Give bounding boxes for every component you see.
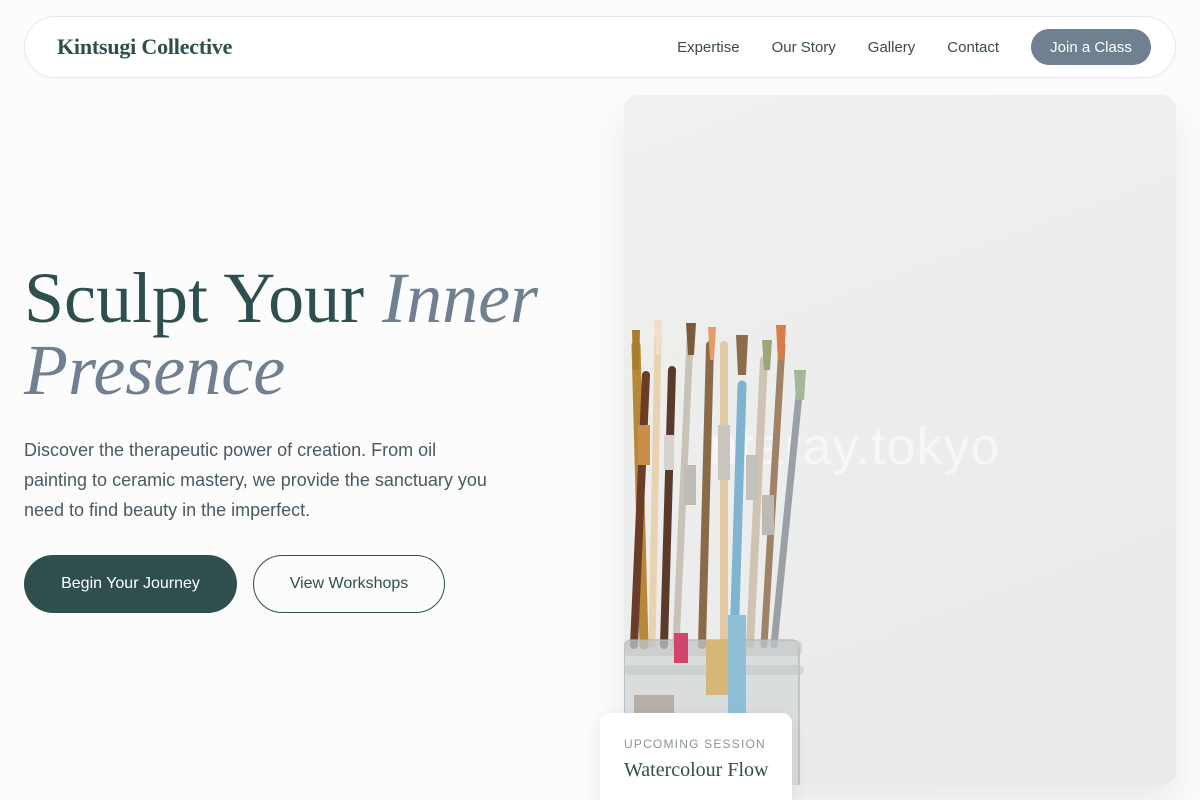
nav-link-gallery[interactable]: Gallery: [868, 39, 916, 56]
hero-title-emphasis-presence: Presence: [24, 330, 286, 410]
hero-image: ntaray.tokyo: [624, 95, 1176, 785]
nav-link-our-story[interactable]: Our Story: [772, 39, 836, 56]
hero-title-emphasis-inner: Inner: [382, 258, 539, 338]
upcoming-session-card[interactable]: Upcoming Session Watercolour Flow: [600, 713, 792, 800]
hero-title: Sculpt Your Inner Presence: [24, 262, 584, 406]
session-title: Watercolour Flow: [624, 759, 769, 781]
nav-links: Expertise Our Story Gallery Contact Join…: [677, 29, 1151, 65]
view-workshops-button[interactable]: View Workshops: [253, 555, 445, 613]
hero-title-plain: Sculpt Your: [24, 258, 383, 338]
join-class-button[interactable]: Join a Class: [1031, 29, 1151, 65]
hero-description: Discover the therapeutic power of creati…: [24, 440, 487, 520]
brand-logo[interactable]: Kintsugi Collective: [57, 34, 232, 60]
begin-journey-button[interactable]: Begin Your Journey: [24, 555, 237, 613]
top-nav: Kintsugi Collective Expertise Our Story …: [24, 16, 1176, 78]
nav-link-contact[interactable]: Contact: [947, 39, 999, 56]
nav-link-expertise[interactable]: Expertise: [677, 39, 740, 56]
session-eyebrow: Upcoming Session: [624, 737, 766, 751]
